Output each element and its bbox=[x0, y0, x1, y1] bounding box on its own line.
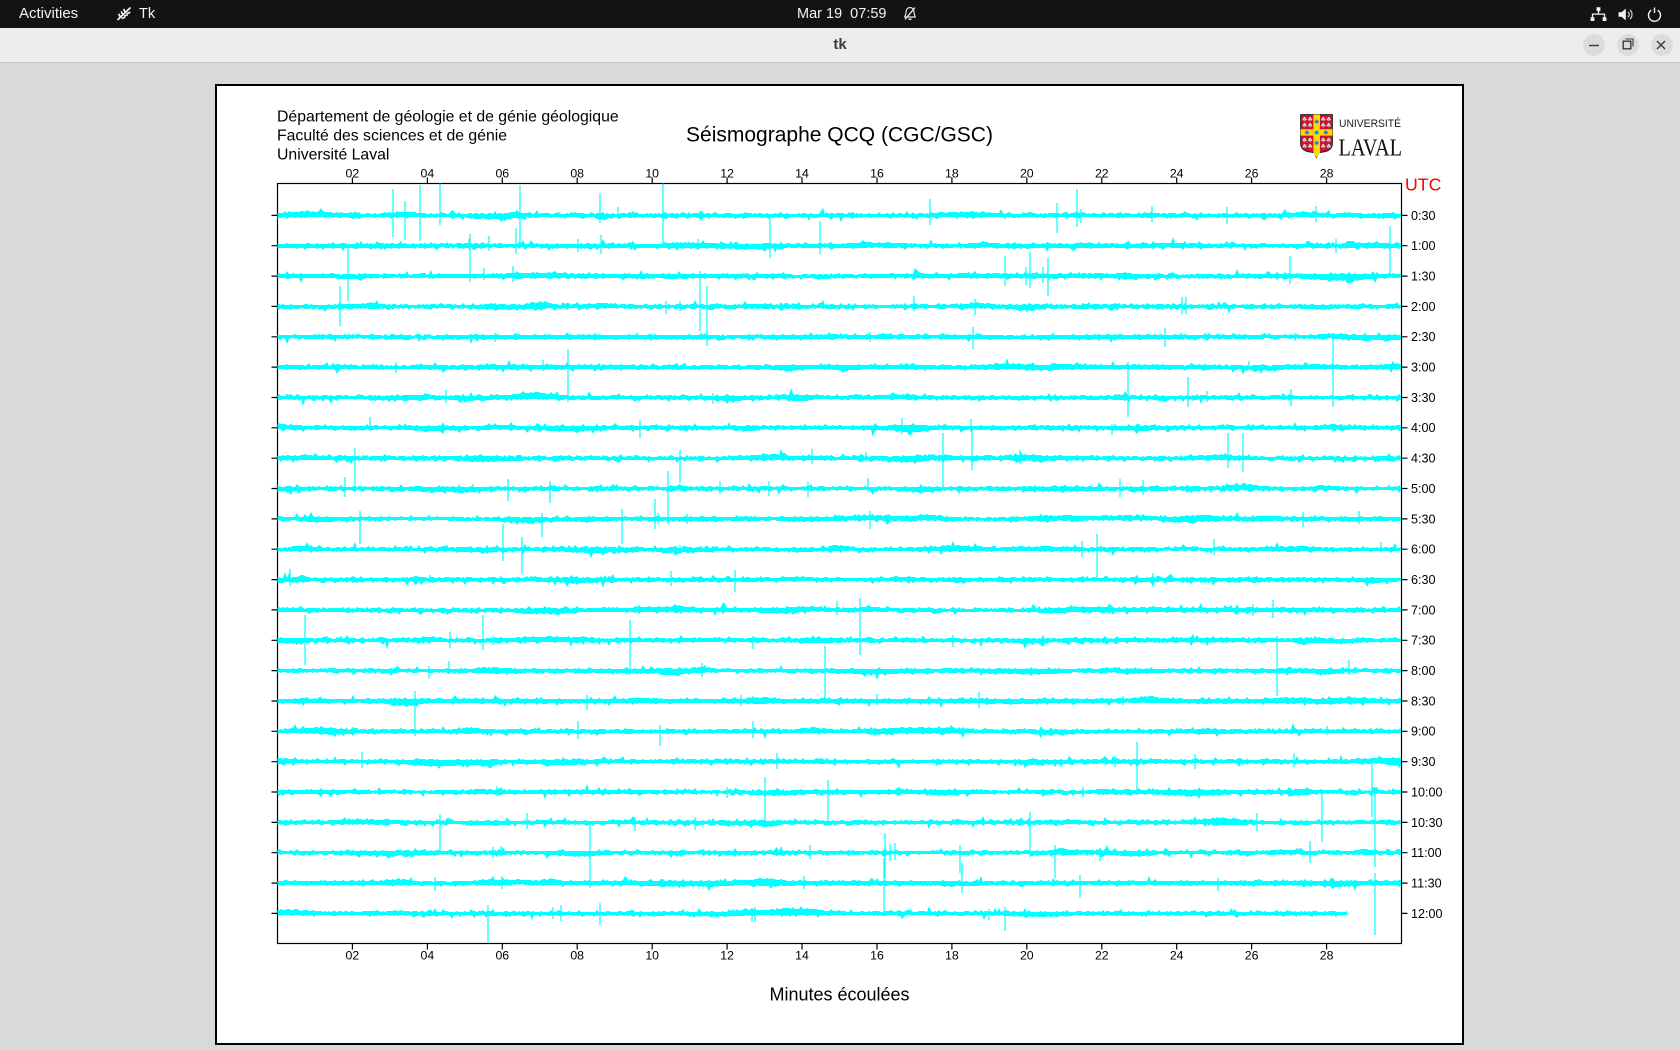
svg-text:UNIVERSITÉ: UNIVERSITÉ bbox=[1339, 117, 1401, 130]
svg-text:10: 10 bbox=[645, 166, 659, 180]
svg-text:11:30: 11:30 bbox=[1411, 877, 1442, 891]
svg-text:Faculté des sciences et de gén: Faculté des sciences et de génie bbox=[277, 128, 507, 145]
svg-text:Département de géologie et de: Département de géologie et de génie géol… bbox=[277, 109, 619, 126]
svg-text:28: 28 bbox=[1320, 166, 1334, 180]
svg-text:4:30: 4:30 bbox=[1411, 452, 1436, 466]
svg-text:20: 20 bbox=[1020, 949, 1034, 963]
svg-text:24: 24 bbox=[1170, 166, 1184, 180]
svg-text:20: 20 bbox=[1020, 166, 1034, 180]
svg-text:9:00: 9:00 bbox=[1411, 725, 1436, 739]
svg-text:08: 08 bbox=[570, 949, 584, 963]
svg-text:6:00: 6:00 bbox=[1411, 543, 1436, 557]
svg-text:28: 28 bbox=[1320, 949, 1334, 963]
svg-text:Séismographe QCQ (CGC/GSC): Séismographe QCQ (CGC/GSC) bbox=[686, 123, 993, 146]
svg-text:0:30: 0:30 bbox=[1411, 209, 1436, 223]
svg-text:02: 02 bbox=[346, 166, 360, 180]
svg-text:18: 18 bbox=[945, 949, 959, 963]
svg-text:22: 22 bbox=[1095, 166, 1109, 180]
svg-text:2:00: 2:00 bbox=[1411, 300, 1436, 314]
svg-text:22: 22 bbox=[1095, 949, 1109, 963]
svg-text:08: 08 bbox=[570, 166, 584, 180]
svg-text:14: 14 bbox=[795, 166, 809, 180]
svg-text:5:00: 5:00 bbox=[1411, 482, 1436, 496]
svg-text:10: 10 bbox=[645, 949, 659, 963]
svg-text:04: 04 bbox=[421, 949, 435, 963]
svg-text:06: 06 bbox=[495, 949, 509, 963]
svg-text:12:00: 12:00 bbox=[1411, 907, 1443, 921]
svg-text:10:00: 10:00 bbox=[1411, 785, 1443, 799]
svg-text:1:30: 1:30 bbox=[1411, 270, 1436, 284]
svg-text:12: 12 bbox=[720, 949, 734, 963]
svg-text:16: 16 bbox=[870, 949, 884, 963]
svg-text:2:30: 2:30 bbox=[1411, 330, 1436, 344]
svg-text:14: 14 bbox=[795, 949, 809, 963]
svg-text:10:30: 10:30 bbox=[1411, 816, 1443, 830]
svg-text:UTC: UTC bbox=[1405, 174, 1442, 194]
svg-text:Minutes écoulées: Minutes écoulées bbox=[769, 984, 909, 1004]
svg-text:9:30: 9:30 bbox=[1411, 755, 1436, 769]
svg-text:3:30: 3:30 bbox=[1411, 391, 1436, 405]
svg-text:6:30: 6:30 bbox=[1411, 573, 1436, 587]
svg-text:8:00: 8:00 bbox=[1411, 664, 1436, 678]
svg-text:16: 16 bbox=[870, 166, 884, 180]
svg-text:5:30: 5:30 bbox=[1411, 512, 1436, 526]
svg-text:26: 26 bbox=[1245, 166, 1259, 180]
svg-text:04: 04 bbox=[421, 166, 435, 180]
svg-text:1:00: 1:00 bbox=[1411, 239, 1436, 253]
svg-text:7:30: 7:30 bbox=[1411, 634, 1436, 648]
svg-text:26: 26 bbox=[1245, 949, 1259, 963]
svg-text:8:30: 8:30 bbox=[1411, 694, 1436, 708]
svg-text:4:00: 4:00 bbox=[1411, 421, 1436, 435]
svg-text:02: 02 bbox=[346, 949, 360, 963]
svg-text:18: 18 bbox=[945, 166, 959, 180]
svg-text:7:00: 7:00 bbox=[1411, 603, 1436, 617]
svg-text:06: 06 bbox=[495, 166, 509, 180]
svg-text:LAVAL: LAVAL bbox=[1339, 135, 1403, 162]
svg-text:11:00: 11:00 bbox=[1411, 846, 1442, 860]
svg-text:24: 24 bbox=[1170, 949, 1184, 963]
svg-text:12: 12 bbox=[720, 166, 734, 180]
svg-text:3:00: 3:00 bbox=[1411, 361, 1436, 375]
svg-text:Université Laval: Université Laval bbox=[277, 147, 389, 164]
